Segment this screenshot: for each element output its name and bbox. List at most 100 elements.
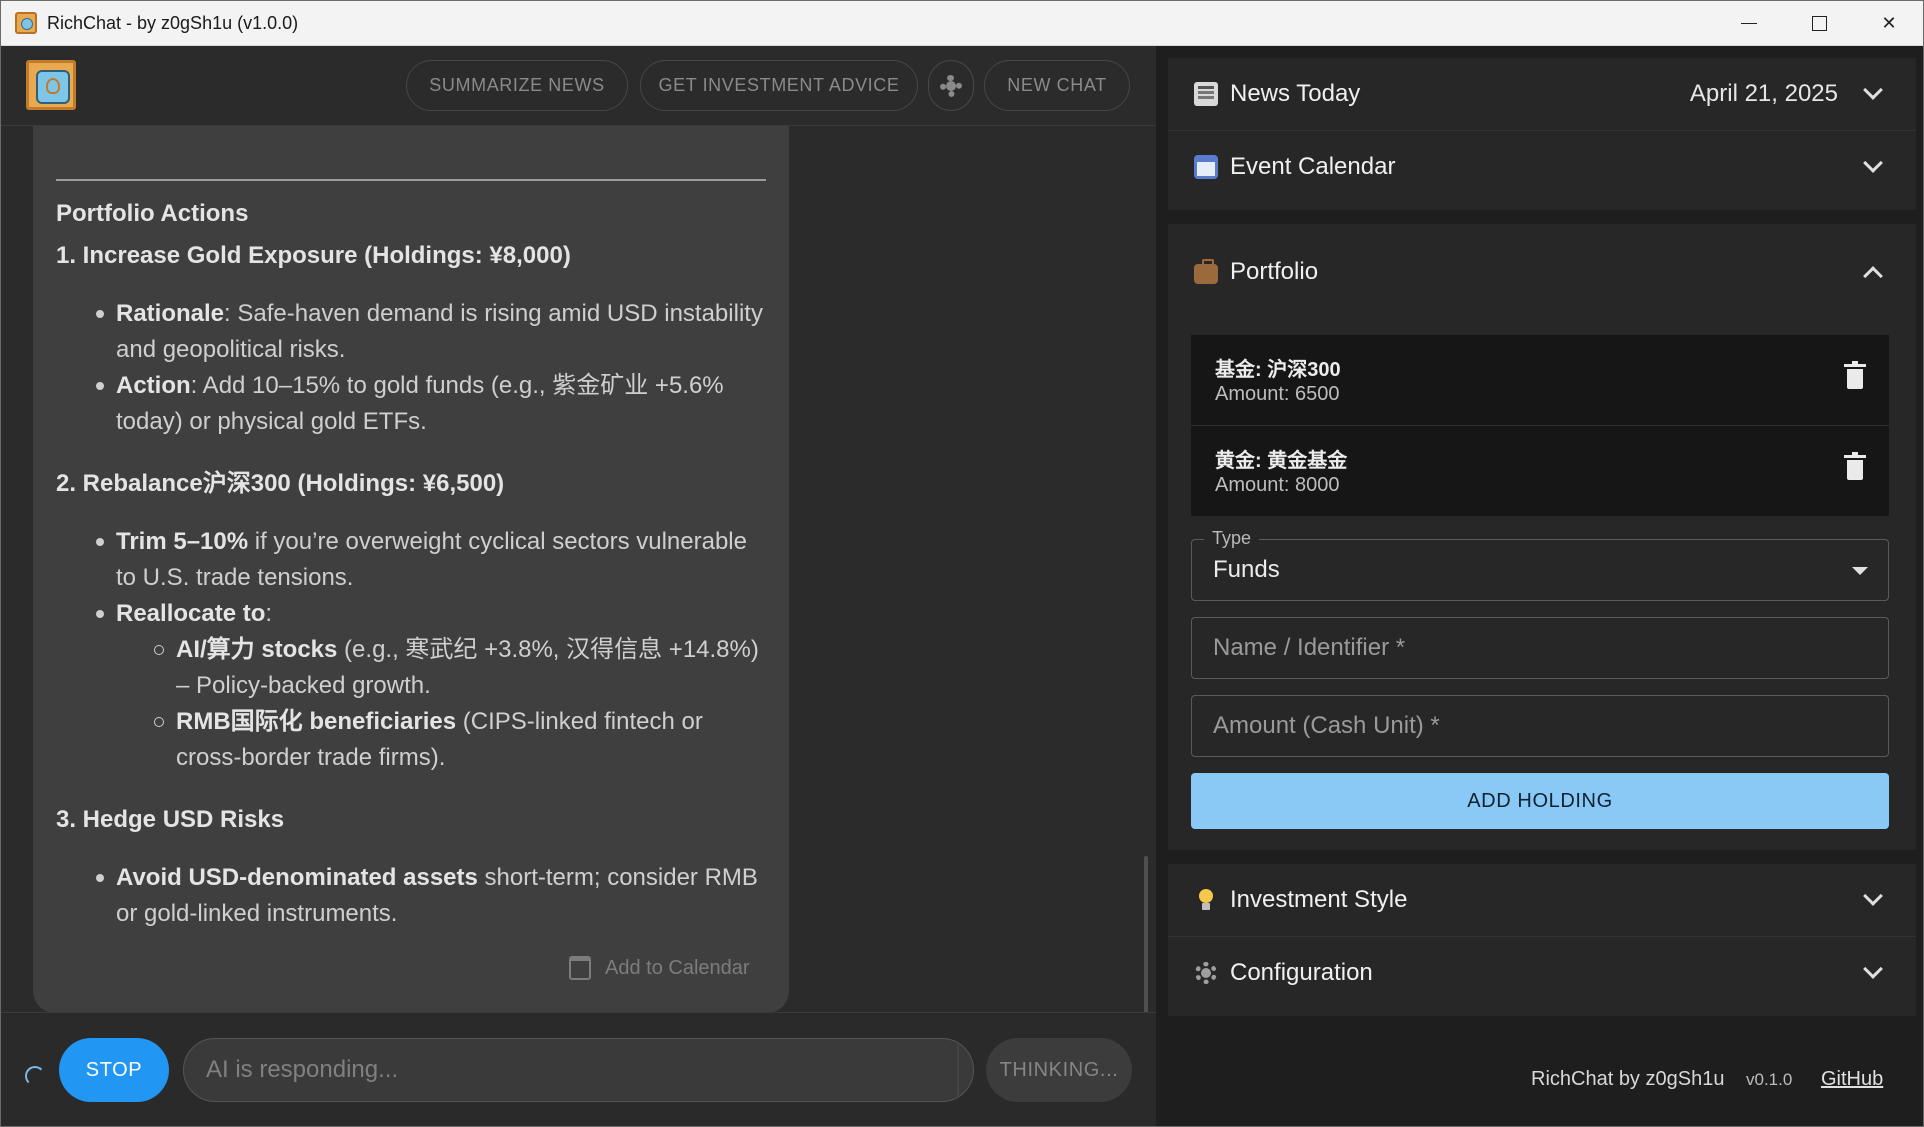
loading-spinner-icon [25,1066,45,1086]
divider [56,179,766,181]
section-title: 3. Hedge USD Risks [56,806,285,833]
name-identifier-placeholder: Name / Identifier * [1213,634,1406,661]
close-icon: ✕ [1881,13,1897,33]
list-item-continued: today) or physical gold ETFs. [116,408,427,435]
holding-item: 黄金: 黄金基金 Amount: 8000 [1191,426,1889,516]
holding-amount: Amount: 8000 [1215,474,1340,496]
list-item: Action: Add 10–15% to gold funds (e.g., … [116,372,724,399]
holding-name: 黄金: 黄金基金 [1215,450,1348,472]
message-heading: Portfolio Actions [56,200,249,227]
sub-list-item-continued: cross-border trade firms). [176,744,446,771]
gear-icon [940,74,962,97]
list-item: Rationale: Safe-haven demand is rising a… [116,300,763,327]
chat-scrollbar[interactable] [1144,856,1148,1016]
footer-app-name: RichChat by z0gSh1u [1531,1068,1725,1090]
news-date[interactable]: April 21, 2025 [1690,80,1838,108]
list-item: Reallocate to: [116,600,273,627]
add-to-calendar-label: Add to Calendar [605,956,750,979]
stop-button[interactable]: STOP [59,1038,169,1102]
investment-advice-button[interactable]: GET INVESTMENT ADVICE [640,60,918,111]
chevron-up-icon [1863,266,1883,286]
bullet [96,874,104,882]
amount-placeholder: Amount (Cash Unit) * [1213,712,1440,739]
chevron-down-icon [1863,79,1883,100]
bullet [96,610,104,618]
add-to-calendar-button[interactable]: Add to Calendar [569,956,750,980]
chevron-down-icon [1863,152,1883,173]
summarize-news-button[interactable]: SUMMARIZE NEWS [406,60,628,111]
add-holding-button[interactable]: ADD HOLDING [1191,773,1889,829]
event-calendar-label: Event Calendar [1230,152,1396,180]
newspaper-icon [1194,81,1218,106]
input-edge [957,1045,959,1097]
chevron-down-icon [1863,958,1883,979]
investment-style-header[interactable]: Investment Style [1168,864,1916,935]
github-link[interactable]: GitHub [1821,1068,1883,1091]
list-item: Avoid USD-denominated assets short-term;… [116,864,758,891]
dropdown-caret-icon [1852,567,1868,575]
portfolio-label: Portfolio [1230,258,1319,285]
title-bar: RichChat - by z0gSh1u (v1.0.0) ✕ [1,1,1923,46]
settings-button[interactable] [928,60,974,111]
thinking-button[interactable]: THINKING... [986,1038,1132,1102]
sub-bullet [154,645,164,655]
news-today-header[interactable]: News Today April 21, 2025 [1168,58,1916,129]
calendar-icon [1194,154,1218,179]
holding-name: 基金: 沪深300 [1215,359,1341,381]
portfolio-header[interactable]: Portfolio [1168,236,1916,308]
style-config-panel: Investment Style Configuration [1168,864,1916,1016]
sidebar-footer: RichChat by z0gSh1u v0.1.0 GitHub [1156,1056,1923,1096]
news-calendar-panel: News Today April 21, 2025 Event Calendar [1168,58,1916,210]
sub-list-item: AI/算力 stocks (e.g., 寒武纪 +3.8%, 汉得信息 +14.… [176,636,759,663]
type-select[interactable]: Type Funds [1191,528,1889,601]
sub-list-item: RMB国际化 beneficiaries (CIPS-linked fintec… [176,708,703,735]
chat-input[interactable]: AI is responding... [183,1038,974,1102]
bullet [96,538,104,546]
sidebar: News Today April 21, 2025 Event Calendar… [1156,46,1923,1126]
sub-bullet [154,717,164,727]
gear-icon [1194,961,1218,985]
list-item-continued: and geopolitical risks. [116,336,346,363]
holding-item: 基金: 沪深300 Amount: 6500 [1191,335,1889,425]
lightbulb-icon [1194,888,1218,912]
list-item-continued: to U.S. trade tensions. [116,564,354,591]
event-calendar-header[interactable]: Event Calendar [1168,131,1916,202]
holding-amount: Amount: 6500 [1215,383,1340,405]
chat-pane: SUMMARIZE NEWS GET INVESTMENT ADVICE NEW… [1,46,1156,1126]
footer-version: v0.1.0 [1746,1070,1793,1089]
type-value: Funds [1213,556,1280,583]
maximize-icon [1811,16,1827,31]
calendar-icon [569,956,591,980]
list-item-continued: or gold-linked instruments. [116,900,398,927]
investment-style-label: Investment Style [1230,885,1408,913]
briefcase-icon [1194,259,1218,284]
chat-toolbar: SUMMARIZE NEWS GET INVESTMENT ADVICE NEW… [1,46,1156,126]
chevron-down-icon [1863,885,1883,906]
chat-input-placeholder: AI is responding... [206,1056,399,1083]
assistant-message: Portfolio Actions 1. Increase Gold Expos… [33,126,789,1013]
maximize-button[interactable] [1784,1,1854,46]
app-window: RichChat - by z0gSh1u (v1.0.0) ✕ SUMMARI… [0,0,1924,1127]
portfolio-panel: Portfolio 基金: 沪深300 Amount: 6500 黄金: 黄金基… [1168,224,1916,850]
app-icon [15,12,37,34]
section-title: 2. Rebalance沪深300 (Holdings: ¥6,500) [56,470,505,497]
section-title: 1. Increase Gold Exposure (Holdings: ¥8,… [56,242,571,269]
news-today-label: News Today [1230,79,1361,107]
list-item: Trim 5–10% if you’re overweight cyclical… [116,528,747,555]
new-chat-button[interactable]: NEW CHAT [984,60,1130,111]
name-identifier-input[interactable]: Name / Identifier * [1191,617,1889,679]
minimize-button[interactable] [1714,1,1784,46]
close-button[interactable]: ✕ [1854,1,1923,46]
bullet [96,382,104,390]
trash-icon[interactable] [1844,361,1866,389]
app-logo [26,60,76,110]
configuration-header[interactable]: Configuration [1168,937,1916,1008]
amount-input[interactable]: Amount (Cash Unit) * [1191,695,1889,757]
window-title: RichChat - by z0gSh1u (v1.0.0) [47,13,299,33]
trash-icon[interactable] [1844,452,1866,480]
configuration-label: Configuration [1230,958,1373,986]
type-label: Type [1204,528,1260,549]
minimize-icon [1741,22,1757,25]
bullet [96,310,104,318]
sub-list-item-continued: – Policy-backed growth. [176,672,431,699]
